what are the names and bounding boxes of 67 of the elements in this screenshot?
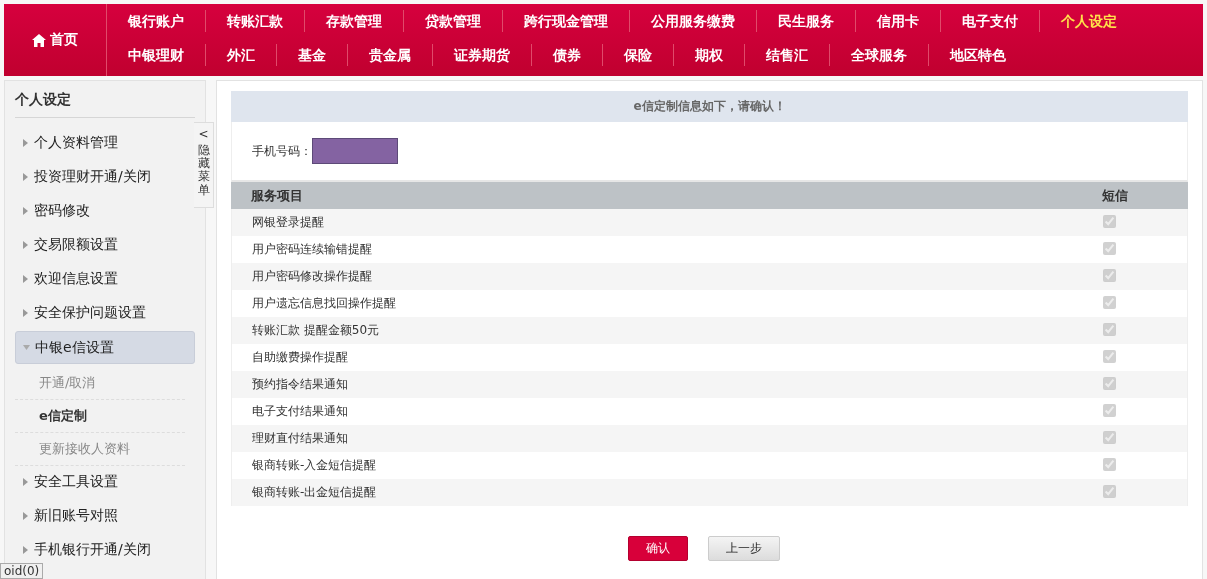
submenu-item[interactable]: 开通/取消 [15,367,185,400]
nav-tab[interactable]: 贵金属 [348,44,433,66]
table-cell-text: 用户遗忘信息找回操作提醒 [251,295,397,312]
home-icon [32,33,46,47]
sidebar-item[interactable]: 个人资料管理 [15,127,195,158]
table-cell-text: 预约指令结果通知 [251,376,349,393]
nav-tab[interactable]: 基金 [277,44,348,66]
sidebar-item[interactable]: 中银e信设置 [15,331,195,364]
triangle-icon [22,274,29,283]
nav-tab[interactable]: 中银理财 [107,44,206,66]
home-link[interactable]: 首页 [4,4,107,76]
triangle-icon [22,206,29,215]
column-header: 服务项目 [250,186,304,205]
table-cell-text: 银商转账-入金短信提醒 [251,457,378,474]
submenu-item[interactable]: 更新接收人资料 [15,433,185,466]
nav-tab[interactable]: 全球服务 [830,44,929,66]
nav-tab[interactable]: 民生服务 [757,10,856,32]
table-cell-text: 理财直付结果通知 [251,430,349,447]
confirm-button[interactable]: 确认 [627,536,688,561]
sidebar-item[interactable]: 安全保护问题设置 [15,297,195,328]
triangle-icon [22,172,29,181]
nav-tab[interactable]: 结售汇 [745,44,830,66]
table-cell-text: 用户密码修改操作提醒 [251,268,373,285]
sidebar-title: 个人设定 [15,81,195,118]
nav-tab[interactable]: 转账汇款 [206,10,305,32]
sidebar-item[interactable]: 新旧账号对照 [15,500,195,531]
table-cell-text: 电子支付结果通知 [251,403,349,420]
nav-tab[interactable]: 外汇 [206,44,277,66]
triangle-icon [22,511,29,520]
nav-tab[interactable]: 保险 [603,44,674,66]
nav-tab[interactable]: 个人设定 [1040,10,1138,32]
nav-tab[interactable]: 地区特色 [929,44,1027,66]
table-cell-text: 用户密码连续输错提醒 [251,241,373,258]
sidebar-item[interactable]: 投资理财开通/关闭 [15,161,195,192]
sidebar-item[interactable]: 欢迎信息设置 [15,263,195,294]
sidebar-item[interactable]: 手机银行开通/关闭 [15,534,195,565]
home-label: 首页 [50,31,78,49]
nav-tab[interactable]: 贷款管理 [404,10,503,32]
table-cell-text: 网银登录提醒 [251,214,325,231]
triangle-icon [22,240,29,249]
nav-tab[interactable]: 期权 [674,44,745,66]
nav-tab[interactable]: 债券 [532,44,603,66]
triangle-icon [23,343,30,352]
nav-tab[interactable]: 公用服务缴费 [630,10,757,32]
section-title: e信定制信息如下，请确认！ [231,91,1188,122]
sidebar-item[interactable]: 交易限额设置 [15,229,195,260]
nav-tab[interactable]: 跨行现金管理 [503,10,630,32]
nav-tab[interactable]: 电子支付 [941,10,1040,32]
table-cell-text: 自助缴费操作提醒 [251,349,349,366]
hide-menu-tab[interactable]: < 隐藏菜单 [194,122,214,208]
nav-tab[interactable]: 信用卡 [856,10,941,32]
nav-tab[interactable]: 银行账户 [107,10,206,32]
triangle-icon [22,477,29,486]
nav-tab[interactable]: 证券期货 [433,44,532,66]
triangle-icon [22,138,29,147]
triangle-icon [22,308,29,317]
table-cell-text: 银商转账-出金短信提醒 [251,484,378,501]
column-header: 短信 [1102,186,1129,205]
status-tooltip: oid(0) [0,563,44,579]
triangle-icon [22,545,29,554]
phone-label: 手机号码： [252,142,312,160]
submenu-item[interactable]: e信定制 [15,400,185,433]
table-cell-text: 转账汇款 提醒金额50元 [251,322,381,339]
nav-tab[interactable]: 存款管理 [305,10,404,32]
sidebar-item[interactable]: 安全工具设置 [15,466,195,497]
sidebar-item[interactable]: 密码修改 [15,195,195,226]
back-button[interactable]: 上一步 [707,536,780,561]
